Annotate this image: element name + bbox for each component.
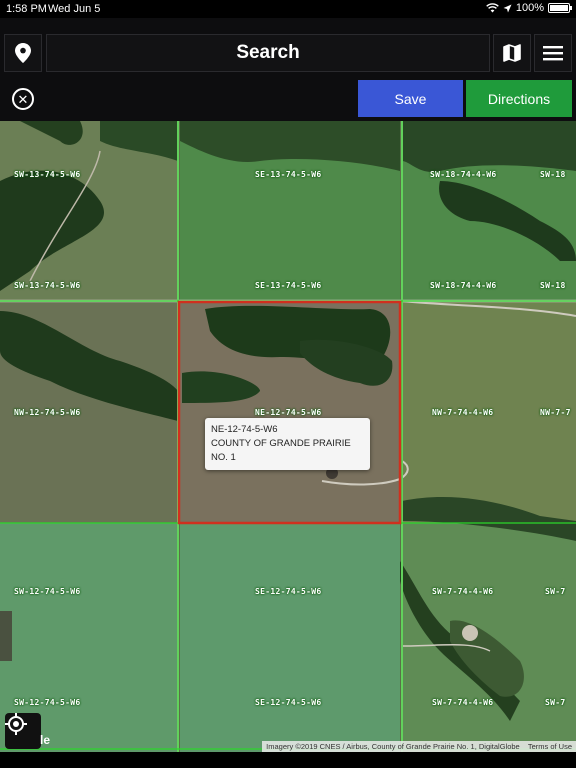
- bottom-bar: [0, 752, 576, 768]
- parcel-label: SW-7-74-4-W6: [432, 698, 494, 707]
- popup-county: COUNTY OF GRANDE PRAIRIE NO. 1: [211, 438, 351, 463]
- battery-icon: [548, 3, 572, 13]
- battery-fill: [550, 5, 568, 11]
- wifi-icon: [486, 3, 499, 13]
- map-layers-button[interactable]: [493, 34, 531, 72]
- parcel-label: NW-12-74-5-W6: [14, 408, 81, 417]
- status-right: 100%: [486, 2, 572, 14]
- my-location-button[interactable]: [5, 713, 41, 749]
- parcel-label: NW-7-7: [540, 408, 571, 417]
- parcel-label: SW-7: [545, 698, 566, 707]
- popup-parcel-id: NE-12-74-5-W6: [211, 424, 278, 435]
- folded-map-icon: [503, 44, 521, 62]
- menu-button[interactable]: [534, 34, 572, 72]
- close-icon[interactable]: ✕: [12, 88, 34, 110]
- parcel-label: SW-13-74-5-W6: [14, 281, 81, 290]
- parcel-label: SE-13-74-5-W6: [255, 281, 322, 290]
- directions-button[interactable]: Directions: [466, 80, 572, 117]
- terms-of-use-link[interactable]: Terms of Use: [528, 742, 572, 751]
- parcel-label: SW-12-74-5-W6: [14, 698, 81, 707]
- hamburger-menu-icon: [543, 46, 563, 61]
- map-attribution: Imagery ©2019 CNES / Airbus, County of G…: [262, 741, 576, 752]
- search-field[interactable]: Search: [46, 34, 490, 72]
- parcel-label: SW-18-74-4-W6: [430, 170, 497, 179]
- parcel-label: SW-7-74-4-W6: [432, 587, 494, 596]
- parcel-label: SE-12-74-5-W6: [255, 698, 322, 707]
- status-date: Wed Jun 5: [48, 3, 101, 15]
- battery-percent: 100%: [515, 2, 544, 14]
- parcel-label: SW-18-74-4-W6: [430, 281, 497, 290]
- parcel-info-popup[interactable]: NE-12-74-5-W6 COUNTY OF GRANDE PRAIRIE N…: [205, 418, 370, 470]
- crosshair-icon: [5, 713, 27, 735]
- google-logo: le: [40, 733, 51, 747]
- parcel-label: SE-12-74-5-W6: [255, 587, 322, 596]
- parcel-label: NW-7-74-4-W6: [432, 408, 494, 417]
- map-view[interactable]: SW-13-74-5-W6 SE-13-74-5-W6 SW-18-74-4-W…: [0, 121, 576, 752]
- location-arrow-icon: [503, 4, 512, 12]
- parcel-label: SE-13-74-5-W6: [255, 170, 322, 179]
- parcel-label: SW-13-74-5-W6: [14, 170, 81, 179]
- status-time: 1:58 PM: [6, 3, 47, 15]
- app-header: Search ✕ Save Directions: [0, 18, 576, 121]
- parcel-label: NE-12-74-5-W6: [255, 408, 322, 417]
- status-bar: 1:58 PM Wed Jun 5 100%: [0, 0, 576, 18]
- map-pin-icon: [15, 43, 31, 63]
- parcel-label: SW-18: [540, 281, 566, 290]
- save-button[interactable]: Save: [358, 80, 463, 117]
- parcel-label: SW-7: [545, 587, 566, 596]
- attribution-text: Imagery ©2019 CNES / Airbus, County of G…: [266, 742, 520, 751]
- parcel-label: SW-18: [540, 170, 566, 179]
- location-pin-button[interactable]: [4, 34, 42, 72]
- parcel-label: SW-12-74-5-W6: [14, 587, 81, 596]
